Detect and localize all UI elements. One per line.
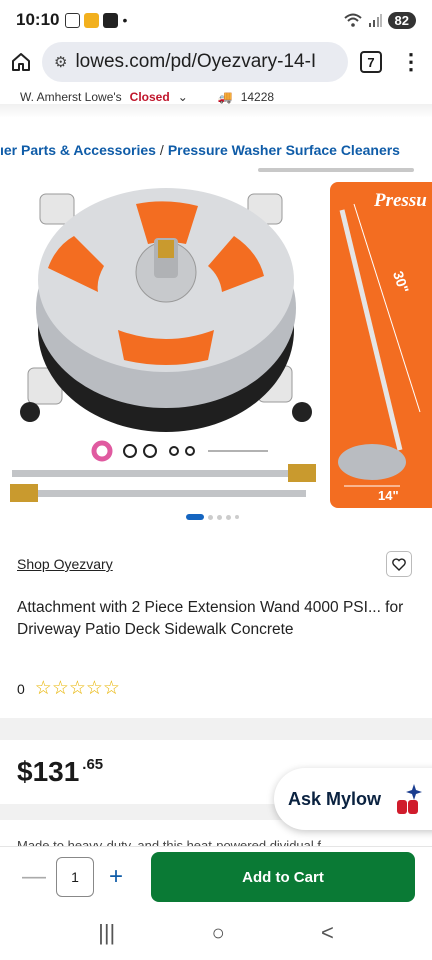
rating-row[interactable]: 0 ☆☆☆☆☆ <box>17 677 120 700</box>
breadcrumb-separator: / <box>159 142 164 158</box>
tab-switcher-button[interactable]: 7 <box>360 51 382 73</box>
chevron-down-icon: ⌄ <box>177 90 188 104</box>
delivery-zip: 14228 <box>240 90 275 104</box>
store-name: W. Amherst Lowe's <box>20 90 122 104</box>
media-icon <box>103 12 119 28</box>
pagination-dot[interactable] <box>235 515 239 519</box>
pagination-dot[interactable] <box>208 514 213 520</box>
breadcrumb: ıer Parts & Accessories / Pressure Washer … <box>0 142 432 164</box>
product-image-main[interactable] <box>8 180 324 510</box>
mylow-sparkle-icon <box>397 784 422 814</box>
description-preview: Made to heavy-duty, and this heat-powere… <box>17 838 332 846</box>
product-image-secondary[interactable]: Pressu 30" 14" <box>330 182 432 508</box>
store-strip[interactable]: W. Amherst Lowe's Closed ⌄ 🚚 14228 <box>0 84 432 104</box>
signal-icon <box>368 14 382 27</box>
product-title: Attachment with 2 Piece Extension Wand 4… <box>17 599 404 638</box>
breadcrumb-link-surface-cleaners[interactable]: Pressure Washer Surface Cleaners <box>168 142 400 158</box>
star-rating-icon: ☆☆☆☆☆ <box>34 678 120 699</box>
site-settings-icon[interactable]: ⚙ <box>54 53 67 71</box>
battery-indicator: 82 <box>387 11 416 29</box>
price: $131.65 <box>17 756 103 788</box>
screenshot-icon <box>65 12 81 28</box>
more-options-icon[interactable]: ⋮ <box>400 51 422 73</box>
store-status: Closed <box>129 90 170 104</box>
url-text: lowes.com/pd/Oyezvary-14-I <box>75 51 317 72</box>
favorite-button[interactable] <box>386 551 412 577</box>
image-width-label: 14" <box>378 488 399 503</box>
wifi-icon <box>343 13 362 27</box>
price-dollars: $131 <box>17 756 80 787</box>
review-count: 0 <box>17 680 25 697</box>
section-divider <box>0 718 432 740</box>
price-cents: .65 <box>82 756 104 773</box>
add-to-cart-button[interactable]: Add to Cart <box>151 852 415 902</box>
gallery-pagination[interactable] <box>186 514 239 520</box>
ask-mylow-button[interactable]: Ask Mylow <box>274 768 432 830</box>
heart-icon <box>392 557 406 571</box>
quantity-input[interactable]: 1 <box>56 856 94 897</box>
app-notification-icon <box>84 12 100 28</box>
more-notifications-dot: • <box>122 12 128 28</box>
home-button[interactable]: ○ <box>211 920 224 946</box>
status-bar: 10:10 • 82 <box>0 0 432 40</box>
status-time: 10:10 <box>16 10 60 29</box>
system-nav-bar: ||| ○ < <box>0 906 432 960</box>
image-brand-text: Pressu <box>374 190 427 211</box>
quantity-increase-button[interactable]: + <box>104 863 128 891</box>
browser-toolbar: ⚙ lowes.com/pd/Oyezvary-14-I 7 ⋮ <box>0 40 432 84</box>
breadcrumb-scrollbar[interactable] <box>258 168 414 172</box>
status-right: 82 <box>343 11 416 29</box>
divider <box>0 104 432 118</box>
delivery-truck-icon: 🚚 <box>217 90 233 104</box>
home-icon[interactable] <box>10 51 32 73</box>
back-button[interactable]: < <box>321 920 334 946</box>
add-to-cart-bar: — 1 + Add to Cart <box>0 846 432 906</box>
notification-icons: • <box>65 12 127 28</box>
ask-mylow-label: Ask Mylow <box>288 788 382 809</box>
recents-button[interactable]: ||| <box>98 920 115 946</box>
shop-brand-link[interactable]: Shop Oyezvary <box>17 556 113 572</box>
pagination-dot[interactable] <box>217 514 222 520</box>
breadcrumb-link-parts[interactable]: ıer Parts & Accessories <box>0 142 156 158</box>
wand-diagram <box>338 203 421 487</box>
pagination-dot[interactable] <box>226 514 231 520</box>
address-bar[interactable]: ⚙ lowes.com/pd/Oyezvary-14-I <box>42 42 348 82</box>
product-image-gallery[interactable]: Pressu 30" 14" <box>0 180 432 510</box>
quantity-decrease-button[interactable]: — <box>22 863 46 891</box>
pagination-dot-active[interactable] <box>186 514 204 520</box>
